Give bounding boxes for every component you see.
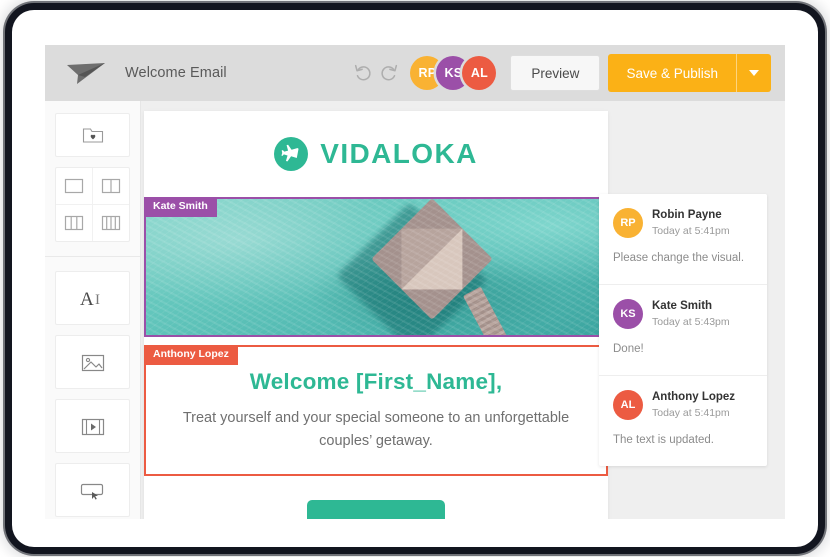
comment-author: Robin Payne bbox=[652, 209, 722, 222]
save-publish-button[interactable]: Save & Publish bbox=[608, 54, 736, 92]
save-publish-group: Save & Publish bbox=[608, 54, 771, 92]
top-bar: Welcome Email RP KS AL Preview Save & Pu… bbox=[45, 45, 785, 101]
email-document: VIDALOKA Kate Smith Anthony Lopez Welcom… bbox=[144, 111, 608, 519]
save-publish-dropdown-button[interactable] bbox=[736, 54, 771, 92]
brand-name: VIDALOKA bbox=[320, 138, 478, 169]
undo-icon[interactable] bbox=[352, 62, 374, 84]
rail-item-text-block[interactable]: A I bbox=[55, 271, 130, 325]
comment-avatar: RP bbox=[613, 208, 643, 238]
email-body-copy: Treat yourself and your special someone … bbox=[182, 410, 570, 450]
avatar-initials: RP bbox=[620, 217, 636, 229]
overwater-hut-graphic bbox=[336, 199, 514, 335]
collaborator-avatars: RP KS AL bbox=[410, 56, 497, 90]
paper-plane-icon[interactable] bbox=[65, 60, 107, 86]
rail-item-one-column[interactable] bbox=[56, 168, 93, 205]
brand-lockup: VIDALOKA bbox=[274, 137, 477, 171]
avatar-initials: RP bbox=[418, 66, 437, 80]
comment-author: Kate Smith bbox=[652, 300, 713, 313]
comment-timestamp: Today at 5:41pm bbox=[652, 224, 730, 237]
video-block-icon bbox=[81, 418, 104, 435]
comment-avatar: KS bbox=[613, 299, 643, 330]
two-column-icon bbox=[101, 178, 120, 194]
comments-panel: RP Robin Payne Today at 5:41pm Please ch… bbox=[599, 194, 767, 467]
top-bar-actions: RP KS AL Preview Save & Publish bbox=[352, 54, 771, 92]
workspace: A I VIDALOKA Kate Smith Anthony Lopez We… bbox=[45, 101, 785, 519]
comment-header: RP Robin Payne Today at 5:41pm bbox=[613, 208, 753, 238]
comment-avatar: AL bbox=[613, 390, 643, 421]
rail-item-four-column[interactable] bbox=[93, 205, 130, 241]
email-canvas: VIDALOKA Kate Smith Anthony Lopez Welcom… bbox=[141, 101, 785, 519]
comment-author: Anthony Lopez bbox=[652, 391, 736, 404]
comment-item[interactable]: KS Kate Smith Today at 5:43pm Done! bbox=[599, 285, 767, 377]
email-logo-section[interactable]: VIDALOKA bbox=[144, 111, 608, 197]
cta-block: Let’s go! bbox=[144, 476, 608, 519]
rail-item-video-block[interactable] bbox=[55, 399, 130, 453]
block-rail: A I bbox=[45, 101, 141, 519]
rail-divider bbox=[45, 256, 140, 257]
text-block-icon: A I bbox=[80, 289, 100, 309]
document-title: Welcome Email bbox=[125, 65, 227, 81]
comment-item[interactable]: AL Anthony Lopez Today at 5:41pm The tex… bbox=[599, 376, 767, 466]
redo-icon[interactable] bbox=[378, 62, 400, 84]
lets-go-button[interactable]: Let’s go! bbox=[306, 499, 446, 519]
comment-header: AL Anthony Lopez Today at 5:41pm bbox=[613, 390, 753, 421]
rail-item-button-block[interactable] bbox=[55, 463, 130, 517]
rail-item-image-block[interactable] bbox=[55, 335, 130, 389]
avatar-initials: AL bbox=[470, 66, 488, 80]
comments-card: RP Robin Payne Today at 5:41pm Please ch… bbox=[599, 194, 767, 467]
hero-photo bbox=[146, 199, 606, 335]
three-column-icon bbox=[64, 215, 83, 231]
comment-text: Please change the visual. bbox=[613, 252, 745, 264]
airplane-icon bbox=[274, 137, 309, 171]
chevron-down-icon bbox=[749, 70, 759, 76]
rail-item-two-column[interactable] bbox=[92, 168, 129, 205]
avatar[interactable]: AL bbox=[462, 56, 497, 90]
svg-text:I: I bbox=[95, 292, 100, 308]
text-editor-tag: Anthony Lopez bbox=[144, 345, 238, 365]
text-content-block[interactable]: Anthony Lopez Welcome [First_Name], Trea… bbox=[144, 345, 608, 476]
layout-picker bbox=[55, 167, 130, 242]
four-column-icon bbox=[101, 215, 120, 231]
device-frame: Welcome Email RP KS AL Preview Save & Pu… bbox=[12, 10, 818, 547]
avatar-initials: KS bbox=[620, 308, 636, 321]
hero-editor-tag: Kate Smith bbox=[146, 199, 217, 217]
email-headline: Welcome [First_Name], bbox=[249, 369, 503, 394]
comment-text: Done! bbox=[613, 343, 644, 356]
comment-timestamp: Today at 5:43pm bbox=[652, 315, 730, 328]
rail-item-three-column[interactable] bbox=[56, 205, 93, 241]
comment-item[interactable]: RP Robin Payne Today at 5:41pm Please ch… bbox=[599, 194, 767, 286]
image-block-icon bbox=[81, 354, 104, 371]
avatar-initials: KS bbox=[444, 66, 463, 80]
folder-heart-icon bbox=[82, 128, 103, 143]
comment-header: KS Kate Smith Today at 5:43pm bbox=[613, 299, 753, 330]
rail-item-saved-blocks[interactable] bbox=[55, 113, 130, 157]
comment-timestamp: Today at 5:41pm bbox=[652, 406, 730, 419]
button-block-icon bbox=[80, 483, 103, 500]
avatar-initials: AL bbox=[620, 399, 636, 412]
hero-image-block[interactable]: Kate Smith bbox=[144, 197, 608, 337]
svg-text:A: A bbox=[80, 289, 94, 309]
comment-text: The text is updated. bbox=[613, 434, 715, 447]
app-window: Welcome Email RP KS AL Preview Save & Pu… bbox=[45, 45, 785, 519]
preview-button[interactable]: Preview bbox=[510, 55, 601, 91]
one-column-icon bbox=[64, 178, 83, 194]
